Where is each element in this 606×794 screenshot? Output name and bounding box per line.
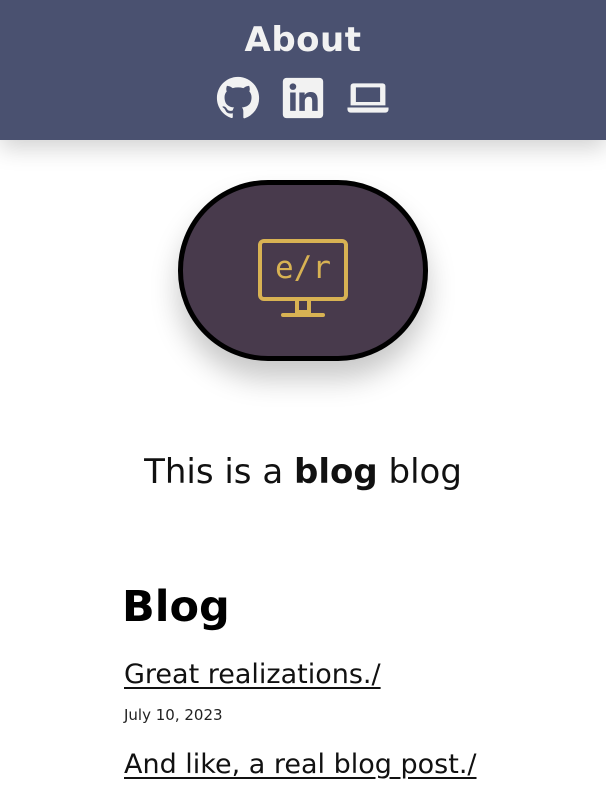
- linkedin-icon[interactable]: [281, 76, 325, 120]
- top-navigation-bar: About: [0, 0, 606, 140]
- github-icon[interactable]: [216, 76, 260, 120]
- blog-post-link[interactable]: Great realizations./: [124, 659, 381, 691]
- computer-monitor-logo: e/r: [258, 239, 348, 317]
- logo-text: e/r: [275, 250, 331, 286]
- blog-post-date: July 10, 2023: [124, 706, 223, 724]
- about-link[interactable]: About: [0, 20, 606, 60]
- intro-prefix: This is a: [144, 452, 294, 492]
- intro-text: This is a blog blog: [0, 452, 606, 492]
- intro-suffix: blog: [377, 452, 462, 492]
- blog-heading: Blog: [122, 582, 230, 632]
- avatar: e/r: [178, 180, 428, 361]
- laptop-icon[interactable]: [346, 76, 390, 120]
- intro-emphasis: blog: [293, 452, 378, 492]
- blog-post-link[interactable]: And like, a real blog post./: [124, 749, 477, 781]
